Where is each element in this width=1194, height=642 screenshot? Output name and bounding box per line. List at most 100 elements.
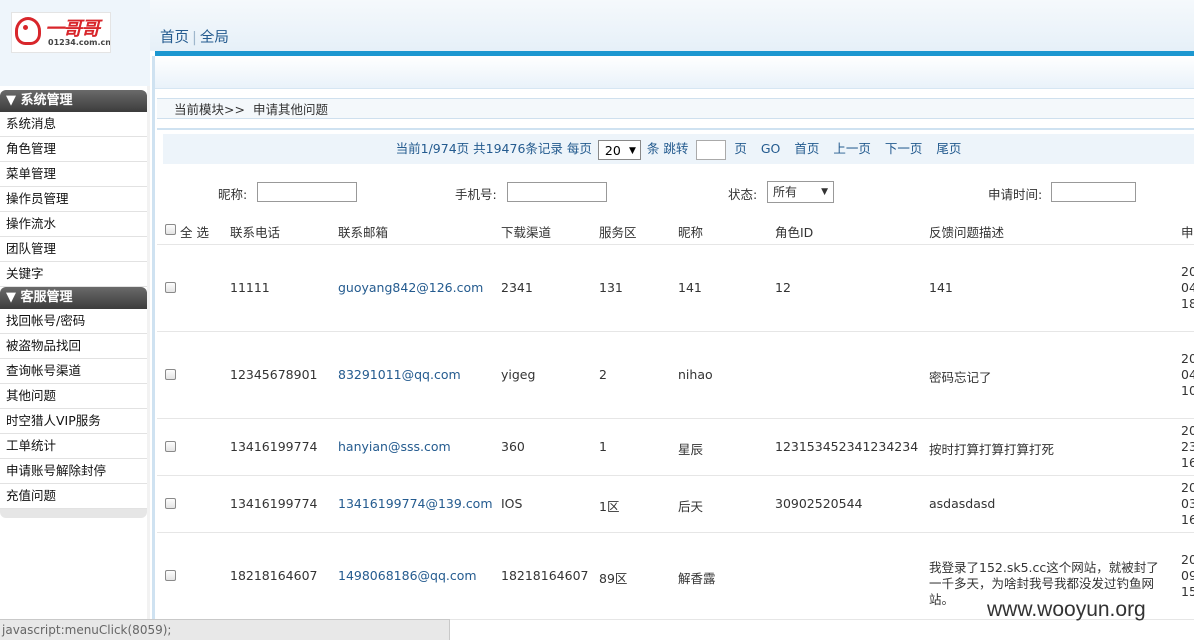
breadcrumb-current: 申请其他问题 — [252, 102, 328, 117]
cell-email[interactable]: hanyian@sss.com — [338, 439, 451, 454]
apply-time-fragment: 15 — [1181, 584, 1194, 599]
nav-separator: | — [192, 30, 197, 46]
cell-desc: 按时打算打算打算打死 — [929, 442, 1055, 457]
nav-home-link[interactable]: 首页 — [160, 30, 189, 46]
first-page-link[interactable]: 首页 — [794, 141, 819, 156]
phone-input[interactable] — [507, 182, 607, 202]
cell-server: 2 — [599, 367, 607, 382]
apply-time-fragment: 16 — [1181, 512, 1194, 527]
chevron-down-icon: ▼ — [628, 145, 636, 156]
row-checkbox[interactable] — [165, 498, 176, 509]
row-checkbox[interactable] — [165, 570, 176, 581]
sidebar-menu-footer — [0, 509, 147, 518]
cell-nickname: nihao — [678, 367, 713, 382]
pagination-bar: 当前1/974页 共19476条记录 每页 20 ▼ 条 跳转 页 GO 首页 上… — [163, 134, 1194, 164]
cell-email[interactable]: 1498068186@qq.com — [338, 568, 477, 583]
left-panel: 一哥哥 01234.com.cn ▼ 系统管理 系统消息 角色管理 菜单管理 操作员管理… — [0, 0, 150, 640]
watermark-text: www.wooyun.org — [987, 598, 1146, 621]
column-header: 昵称 — [678, 225, 704, 240]
apply-time-fragment: 20 — [1181, 351, 1194, 366]
next-page-link[interactable]: 下一页 — [885, 141, 923, 156]
nickname-input[interactable] — [257, 182, 357, 202]
cell-email[interactable]: guoyang842@126.com — [338, 280, 483, 295]
cell-server: 1区 — [599, 499, 620, 514]
apply-time-input[interactable] — [1051, 182, 1136, 202]
cell-email[interactable]: 83291011@qq.com — [338, 367, 461, 382]
select-all-label[interactable]: 全 选 — [180, 222, 209, 241]
sidebar-item[interactable]: 找回帐号/密码 — [0, 309, 147, 334]
cell-desc: 密码忘记了 — [929, 370, 992, 385]
row-checkbox[interactable] — [165, 282, 176, 293]
apply-time-fragment: 20 — [1181, 264, 1194, 279]
sidebar-item[interactable]: 团队管理 — [0, 237, 147, 262]
filter-bar: 昵称: 手机号: 状态: 所有 ▼ 申请时间: — [157, 180, 1194, 204]
site-logo[interactable]: 一哥哥 01234.com.cn — [11, 12, 111, 53]
sidebar-item[interactable]: 申请账号解除封停 — [0, 459, 147, 484]
chevron-down-icon: ▼ — [821, 187, 828, 197]
apply-time-fragment: 23 — [1181, 439, 1194, 454]
cell-channel: IOS — [501, 496, 523, 511]
cell-server: 131 — [599, 280, 623, 295]
cell-server: 1 — [599, 439, 607, 454]
apply-time-fragment: 20 — [1181, 480, 1194, 495]
sidebar-item[interactable]: 时空猎人VIP服务 — [0, 409, 147, 434]
table-row: 11111 guoyang842@126.com 2341 131 141 12 141 20… — [157, 245, 1194, 332]
per-page-value: 20 — [604, 142, 621, 158]
cell-apply-time: 20 04 10 — [1181, 351, 1194, 399]
sidebar-group-header[interactable]: ▼ 客服管理 — [0, 287, 147, 309]
apply-time-fragment: 04 — [1181, 367, 1194, 382]
sidebar-item[interactable]: 操作流水 — [0, 212, 147, 237]
column-header: 申请 — [1181, 225, 1194, 240]
sidebar-item[interactable]: 充值问题 — [0, 484, 147, 509]
apply-time-label: 申请时间: — [988, 187, 1043, 202]
sidebar-item[interactable]: 被盗物品找回 — [0, 334, 147, 359]
cell-phone: 18218164607 — [230, 568, 318, 583]
sidebar-menu: ▼ 系统管理 系统消息 角色管理 菜单管理 操作员管理 操作流水 团队管理 关键字 ▼ 客服管理… — [0, 90, 147, 518]
last-page-link[interactable]: 尾页 — [936, 141, 961, 156]
cell-email[interactable]: 13416199774@139.com — [338, 496, 493, 511]
apply-time-fragment: 10 — [1181, 383, 1194, 398]
status-value: 所有 — [773, 185, 798, 199]
apply-time-fragment: 18 — [1181, 296, 1194, 311]
prev-page-link[interactable]: 上一页 — [833, 141, 871, 156]
sidebar-item[interactable]: 工单统计 — [0, 434, 147, 459]
sidebar-item[interactable]: 其他问题 — [0, 384, 147, 409]
per-page-select[interactable]: 20 ▼ — [597, 139, 641, 160]
row-checkbox[interactable] — [165, 369, 176, 380]
apply-time-fragment: 04 — [1181, 280, 1194, 295]
go-button[interactable]: GO — [761, 141, 781, 156]
breadcrumb: 当前模块>> 申请其他问题 — [157, 98, 1194, 119]
sidebar-divider — [147, 86, 150, 640]
cell-nickname: 后天 — [678, 499, 704, 514]
cell-nickname: 星辰 — [678, 442, 704, 457]
sidebar-group-header[interactable]: ▼ 系统管理 — [0, 90, 147, 112]
apply-time-fragment: 09 — [1181, 568, 1194, 583]
cell-desc: 141 — [929, 280, 953, 295]
cell-channel: 2341 — [501, 280, 533, 295]
cell-apply-time: 20 04 18 — [1181, 264, 1194, 312]
sidebar-item[interactable]: 查询帐号渠道 — [0, 359, 147, 384]
phone-label: 手机号: — [455, 187, 497, 202]
cell-server: 89区 — [599, 571, 628, 586]
sidebar-item[interactable]: 关键字 — [0, 262, 147, 287]
cell-phone: 12345678901 — [230, 367, 318, 382]
cell-phone: 13416199774 — [230, 496, 318, 511]
sidebar-item[interactable]: 角色管理 — [0, 137, 147, 162]
select-all-checkbox[interactable] — [165, 224, 176, 235]
cell-role-id: 12 — [775, 280, 791, 295]
table-row: 13416199774 hanyian@sss.com 360 1 星辰 12315345… — [157, 419, 1194, 476]
row-checkbox[interactable] — [165, 441, 176, 452]
browser-status-bar: javascript:menuClick(8059); — [0, 619, 450, 640]
sidebar-item[interactable]: 系统消息 — [0, 112, 147, 137]
jump-page-input[interactable] — [696, 139, 727, 160]
main-content: 当前1/974页 共19476条记录 每页 20 ▼ 条 跳转 页 GO 首页 上… — [157, 128, 1194, 642]
column-header: 联系邮箱 — [338, 225, 389, 240]
cell-channel: 18218164607 — [501, 568, 589, 583]
nav-global-link[interactable]: 全局 — [200, 30, 229, 46]
sidebar-item[interactable]: 操作员管理 — [0, 187, 147, 212]
status-select[interactable]: 所有 ▼ — [767, 181, 834, 203]
sidebar-item[interactable]: 菜单管理 — [0, 162, 147, 187]
cell-nickname: 解香露 — [678, 571, 716, 586]
table-row: 13416199774 13416199774@139.com IOS 1区 后天 309… — [157, 476, 1194, 533]
cell-nickname: 141 — [678, 280, 702, 295]
